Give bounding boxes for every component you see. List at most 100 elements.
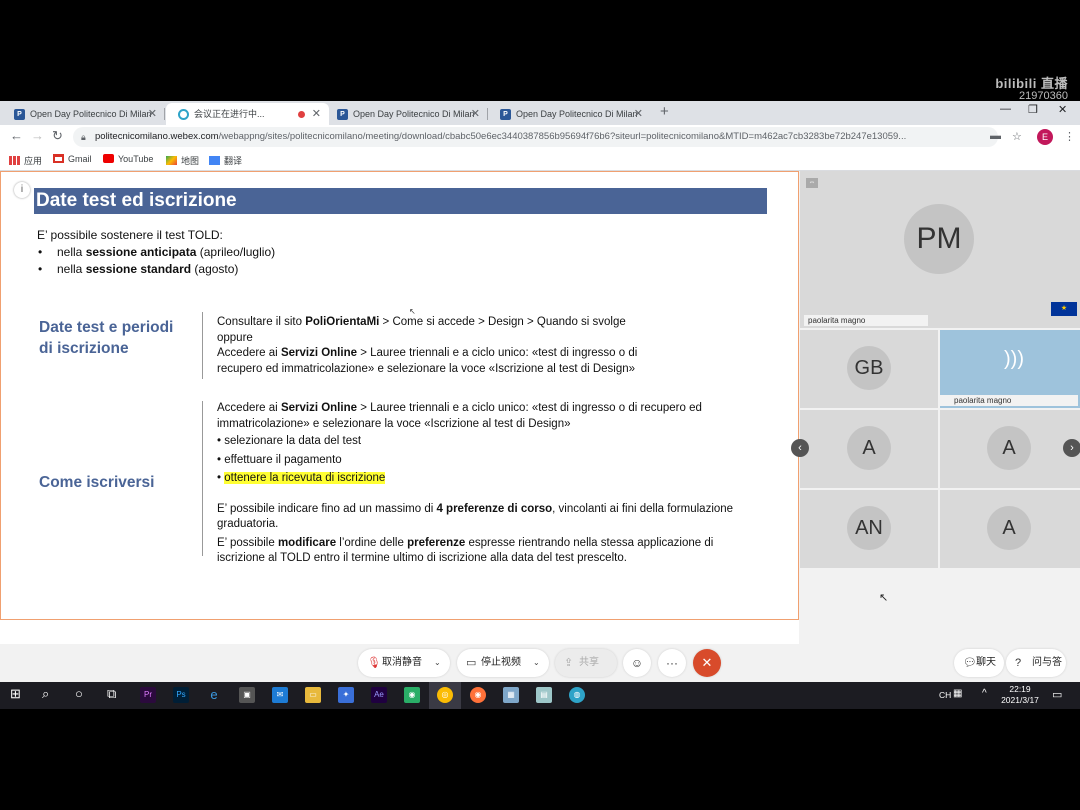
list-item: nella sessione anticipata (aprileo/lugli… xyxy=(37,244,275,261)
system-clock[interactable]: 22:19 2021/3/17 xyxy=(998,684,1042,706)
divider xyxy=(202,312,203,379)
close-tab-icon[interactable]: ✕ xyxy=(471,103,480,125)
screen: bilibili 直播 21970360 P Open Day Politecn… xyxy=(0,0,1080,810)
reactions-button[interactable]: ☺ xyxy=(623,649,651,677)
leave-meeting-button[interactable]: ✕ xyxy=(693,649,721,677)
search-icon[interactable]: ⌕ xyxy=(42,686,49,702)
back-icon[interactable]: ← xyxy=(10,128,23,143)
wechat-icon[interactable]: ◉ xyxy=(404,687,420,703)
app-window-icon[interactable]: ▦ xyxy=(503,687,519,703)
ime-indicator[interactable]: CH xyxy=(939,690,951,700)
section-body-dates: Consultare il sito PoliOrientaMi > Come … xyxy=(217,316,638,375)
active-speaker-tile[interactable]: ⇔ PM paolarita magno ★ xyxy=(800,171,1080,328)
reload-icon[interactable]: ↻ xyxy=(52,128,63,144)
list-item: • ottenere la ricevuta di iscrizione xyxy=(217,472,386,484)
close-tab-icon[interactable]: ✕ xyxy=(634,103,643,125)
participant-grid: ⇔ PM paolarita magno ★ GB ))) paolarita … xyxy=(791,171,1080,570)
chrome-window: P Open Day Politecnico Di Milan ✕ 会议正在进行… xyxy=(0,101,1080,682)
restore-icon[interactable]: ❐ xyxy=(1028,103,1038,116)
participant-tile[interactable]: AN xyxy=(800,490,938,568)
bookmark-translate[interactable]: 翻译 xyxy=(209,154,242,167)
premiere-icon[interactable]: Pr xyxy=(140,687,156,703)
store-icon[interactable]: ▣ xyxy=(239,687,255,703)
participant-tile[interactable]: A xyxy=(800,410,938,488)
close-window-icon[interactable]: ✕ xyxy=(1058,103,1067,116)
notes-icon[interactable]: ▤ xyxy=(536,687,552,703)
more-options-button[interactable]: ··· xyxy=(658,649,686,677)
after-effects-icon[interactable]: Ae xyxy=(371,687,387,703)
firefox-icon[interactable]: ◉ xyxy=(470,687,486,703)
address-bar[interactable]: 🔒︎ politecnicomilano.webex.com/webappng/… xyxy=(73,127,998,147)
bookmark-star-icon[interactable]: ☆ xyxy=(1012,130,1022,143)
avatar: GB xyxy=(847,346,891,390)
tab-title: Open Day Politecnico Di Milan xyxy=(30,109,152,119)
tab-title: Open Day Politecnico Di Milan xyxy=(516,109,638,119)
tab-meeting[interactable]: 会议正在进行中... ✕ xyxy=(166,103,329,125)
windows-start-icon[interactable]: ⊞ xyxy=(10,686,21,702)
photoshop-icon[interactable]: Ps xyxy=(173,687,189,703)
webex-taskbar-icon[interactable]: ◍ xyxy=(569,687,585,703)
task-view-icon[interactable]: ⧉ xyxy=(107,686,116,702)
new-tab-icon[interactable]: + xyxy=(660,103,669,120)
avatar: PM xyxy=(904,204,974,274)
mouse-cursor-icon: ↖ xyxy=(409,307,416,316)
participant-name: paolarita magno xyxy=(804,315,928,326)
collapse-icon[interactable]: ⇔ xyxy=(806,178,818,188)
bookmark-gmail[interactable]: Gmail xyxy=(53,154,92,164)
edge-icon[interactable]: e xyxy=(206,687,222,703)
bookmark-maps[interactable]: 地图 xyxy=(166,154,199,167)
chrome-icon[interactable]: ◎ xyxy=(437,687,453,703)
scroll-right-icon[interactable]: › xyxy=(1063,439,1080,457)
stop-video-button[interactable]: ▭ 停止视频 ⌄ xyxy=(457,649,549,677)
bookmarks-bar: 应用 Gmail YouTube 地图 翻译 xyxy=(0,149,1080,171)
gmail-icon xyxy=(53,154,64,163)
list-item: • selezionare la data del test xyxy=(217,435,362,447)
webex-meeting: i Date test ed iscrizione E’ possibile s… xyxy=(0,171,1080,682)
info-icon[interactable]: i xyxy=(14,182,30,198)
chat-button[interactable]: 💬︎ 聊天 xyxy=(954,649,1004,677)
bookmark-youtube[interactable]: YouTube xyxy=(103,154,153,164)
menu-kebab-icon[interactable]: ⋮ xyxy=(1064,130,1075,143)
participant-tile[interactable]: ))) paolarita magno xyxy=(940,330,1080,408)
cast-icon[interactable]: ▬ xyxy=(990,130,1001,142)
tab-title: 会议正在进行中... xyxy=(194,109,265,119)
keyboard-grid-icon[interactable]: ▦ xyxy=(953,688,962,699)
participant-name: paolarita magno xyxy=(940,395,1078,406)
profile-avatar[interactable]: E xyxy=(1037,129,1053,145)
smiley-icon: ☺ xyxy=(630,656,644,670)
translate-icon xyxy=(209,156,220,165)
shared-slide: i Date test ed iscrizione E’ possibile s… xyxy=(0,171,799,620)
unmute-button[interactable]: 🎙︎ 取消静音 ⌄ xyxy=(358,649,450,677)
minimize-icon[interactable]: — xyxy=(1000,103,1011,115)
participant-tile[interactable]: GB xyxy=(800,330,938,408)
lock-icon: 🔒︎ xyxy=(81,132,86,142)
camera-icon: ▭ xyxy=(466,657,477,669)
cortana-icon[interactable]: ○ xyxy=(75,686,83,701)
tab-open-day-1[interactable]: P Open Day Politecnico Di Milan ✕ xyxy=(2,103,165,125)
bilibili-watermark: bilibili 直播 21970360 xyxy=(995,77,1068,102)
youtube-icon xyxy=(103,154,114,163)
close-tab-icon[interactable]: ✕ xyxy=(148,103,157,125)
notification-icon[interactable]: ▭ xyxy=(1052,688,1062,701)
tab-open-day-3[interactable]: P Open Day Politecnico Di Milan ✕ xyxy=(488,103,651,125)
recording-indicator-icon xyxy=(298,111,305,118)
qa-button[interactable]: ? 问与答 xyxy=(1006,649,1066,677)
participant-tile[interactable]: A xyxy=(940,490,1080,568)
forward-icon[interactable]: → xyxy=(31,128,44,143)
participant-tile[interactable]: A xyxy=(940,410,1080,488)
close-tab-icon[interactable]: ✕ xyxy=(312,103,321,125)
webex-doc-icon: P xyxy=(337,109,348,120)
tab-title: Open Day Politecnico Di Milan xyxy=(353,109,475,119)
chevron-down-icon: ⌄ xyxy=(434,658,441,667)
mail-icon[interactable]: ✉ xyxy=(272,687,288,703)
share-button[interactable]: ⇪ 共享 xyxy=(555,649,617,677)
tab-open-day-2[interactable]: P Open Day Politecnico Di Milan ✕ xyxy=(325,103,488,125)
scroll-left-icon[interactable]: ‹ xyxy=(791,439,809,457)
file-explorer-icon[interactable]: ▭ xyxy=(305,687,321,703)
tray-chevron-icon[interactable]: ^ xyxy=(982,688,987,699)
browser-toolbar: ← → ↻ 🔒︎ politecnicomilano.webex.com/web… xyxy=(0,125,1080,149)
mic-muted-icon: 🎙︎ xyxy=(367,657,381,669)
slide-title: Date test ed iscrizione xyxy=(34,188,767,214)
bookmark-apps[interactable]: 应用 xyxy=(9,154,42,167)
app-bird-icon[interactable]: ✦ xyxy=(338,687,354,703)
